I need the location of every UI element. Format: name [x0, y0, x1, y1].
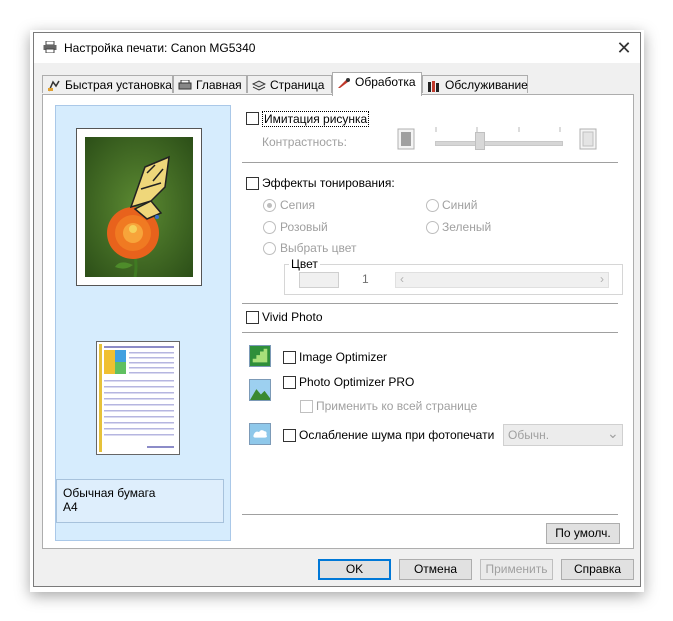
- defaults-button[interactable]: По умолч.: [546, 523, 620, 544]
- apply-to-all-label: Применить ко всей странице: [316, 399, 478, 413]
- simulate-illustration-label: Имитация рисунка: [262, 111, 370, 127]
- ok-button[interactable]: OK: [318, 559, 391, 580]
- divider: [242, 514, 618, 515]
- cancel-button[interactable]: Отмена: [399, 559, 472, 580]
- photo-optimizer-icon: [249, 379, 271, 401]
- photo-optimizer-checkbox[interactable]: [283, 376, 296, 389]
- chevron-down-icon: ⌄: [607, 425, 619, 441]
- main-icon: [178, 79, 192, 90]
- tab-label: Главная: [196, 78, 242, 92]
- pink-label: Розовый: [280, 220, 328, 234]
- tab-label: Быстрая установка: [65, 78, 172, 92]
- tab-maintenance[interactable]: Обслуживание: [422, 75, 528, 93]
- color-group-label: Цвет: [289, 257, 320, 271]
- vivid-photo-label: Vivid Photo: [262, 310, 323, 324]
- contrast-ticks: [435, 127, 561, 132]
- scroll-right-icon[interactable]: ›: [600, 272, 604, 286]
- color-swatch: [299, 272, 339, 288]
- preview-area: Обычная бумага A4: [55, 105, 231, 541]
- divider: [242, 332, 618, 333]
- radio-sepia[interactable]: [263, 199, 276, 212]
- maintenance-icon: [428, 80, 439, 92]
- noise-level-value: Обычн.: [508, 428, 550, 442]
- radio-green[interactable]: [426, 221, 439, 234]
- close-icon: ✕: [616, 38, 632, 58]
- toning-effects-label: Эффекты тонирования:: [262, 176, 395, 190]
- noise-level-select[interactable]: Обычн. ⌄: [503, 424, 623, 446]
- noise-reduction-label: Ослабление шума при фотопечати: [299, 428, 495, 442]
- contrast-high-icon: [579, 128, 597, 150]
- page-setup-icon: [252, 80, 266, 91]
- color-value: 1: [362, 272, 369, 286]
- photo-optimizer-label: Photo Optimizer PRO: [299, 375, 415, 389]
- tab-main[interactable]: Главная: [173, 75, 247, 93]
- paper-size-text: A4: [63, 500, 78, 514]
- divider: [242, 162, 618, 163]
- contrast-low-icon: [397, 128, 415, 150]
- sepia-label: Сепия: [280, 198, 316, 212]
- color-scrollbar[interactable]: ‹ ›: [395, 272, 609, 288]
- blue-label: Синий: [442, 198, 478, 212]
- contrast-slider-track[interactable]: [435, 141, 563, 146]
- image-optimizer-label: Image Optimizer: [299, 350, 388, 364]
- radio-pink[interactable]: [263, 221, 276, 234]
- noise-reduction-checkbox[interactable]: [283, 429, 296, 442]
- tab-label: Обслуживание: [445, 78, 528, 92]
- green-label: Зеленый: [442, 220, 492, 234]
- radio-custom-color[interactable]: [263, 242, 276, 255]
- tab-label: Страница: [270, 78, 325, 92]
- tab-page-setup[interactable]: Страница: [247, 75, 332, 93]
- window-title: Настройка печати: Canon MG5340: [64, 41, 256, 55]
- simulate-illustration-checkbox[interactable]: [246, 112, 259, 125]
- toning-effects-checkbox[interactable]: [246, 177, 259, 190]
- custom-color-label: Выбрать цвет: [280, 241, 357, 255]
- paper-type-text: Обычная бумага: [63, 486, 156, 500]
- print-settings-dialog: Настройка печати: Canon MG5340 ✕ Быстрая…: [33, 32, 641, 587]
- contrast-label: Контрастность:: [262, 135, 348, 149]
- divider: [242, 303, 618, 304]
- butterfly-photo-image: [85, 137, 193, 277]
- document-layout-image: [99, 344, 174, 452]
- document-preview: [96, 341, 180, 455]
- tab-effects[interactable]: Обработка: [332, 72, 422, 96]
- tab-quick-setup[interactable]: Быстрая установка: [42, 75, 173, 93]
- image-optimizer-checkbox[interactable]: [283, 351, 296, 364]
- photo-preview: [76, 128, 202, 286]
- close-button[interactable]: ✕: [612, 36, 636, 60]
- effects-panel: Обычная бумага A4 Имитация рисунка Контр…: [42, 94, 634, 549]
- title-bar[interactable]: Настройка печати: Canon MG5340 ✕: [34, 33, 640, 63]
- contrast-slider-thumb[interactable]: [475, 132, 485, 150]
- quick-setup-icon: [48, 80, 60, 92]
- apply-button[interactable]: Применить: [480, 559, 553, 580]
- image-optimizer-icon: [249, 345, 271, 367]
- radio-blue[interactable]: [426, 199, 439, 212]
- paper-info: Обычная бумага A4: [56, 479, 224, 523]
- scroll-left-icon[interactable]: ‹: [400, 272, 404, 286]
- vivid-photo-checkbox[interactable]: [246, 311, 259, 324]
- apply-to-all-checkbox[interactable]: [300, 400, 313, 413]
- printer-icon: [43, 41, 57, 53]
- tab-label: Обработка: [355, 75, 416, 89]
- help-button[interactable]: Справка: [561, 559, 634, 580]
- noise-reduction-icon: [249, 423, 271, 445]
- effects-icon: [338, 77, 350, 88]
